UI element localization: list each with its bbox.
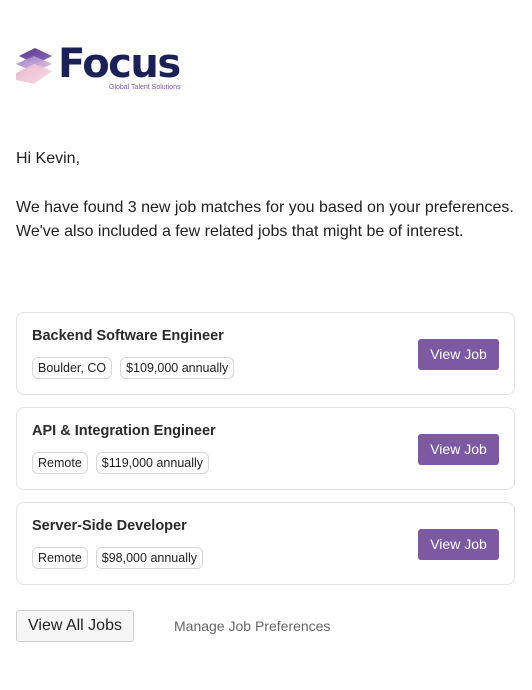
brand-wordmark: Focus	[58, 41, 181, 87]
job-card: API & Integration Engineer Remote $119,0…	[16, 407, 515, 490]
job-card: Server-Side Developer Remote $98,000 ann…	[16, 502, 515, 585]
salary-badge: $109,000 annually	[120, 357, 235, 379]
greeting-text: Hi Kevin,	[16, 150, 81, 167]
salary-badge: $119,000 annually	[95, 452, 210, 474]
view-job-button[interactable]: View Job	[418, 434, 499, 465]
intro-paragraph: We have found 3 new job matches for you …	[16, 199, 514, 240]
job-tags: Remote $98,000 annually	[32, 547, 204, 569]
brand-logo: Focus Global Talent Solutions	[16, 41, 196, 96]
salary-badge: $98,000 annually	[95, 547, 204, 569]
view-all-jobs-button[interactable]: View All Jobs	[16, 610, 134, 642]
brand-tagline: Global Talent Solutions	[109, 84, 181, 91]
job-tags: Remote $119,000 annually	[32, 452, 210, 474]
job-list: Backend Software Engineer Boulder, CO $1…	[16, 312, 515, 597]
job-tags: Boulder, CO $109,000 annually	[32, 357, 235, 379]
manage-job-preferences-link[interactable]: Manage Job Preferences	[174, 618, 330, 634]
layered-cube-logo-icon	[16, 48, 52, 84]
location-badge: Boulder, CO	[32, 357, 113, 379]
email-page: Focus Global Talent Solutions Hi Kevin, …	[0, 0, 532, 690]
job-title: Backend Software Engineer	[32, 328, 224, 344]
view-job-button[interactable]: View Job	[418, 529, 499, 560]
location-badge: Remote	[32, 452, 88, 474]
view-job-button[interactable]: View Job	[418, 339, 499, 370]
job-card: Backend Software Engineer Boulder, CO $1…	[16, 312, 515, 395]
job-title: API & Integration Engineer	[32, 423, 216, 439]
job-title: Server-Side Developer	[32, 518, 187, 534]
location-badge: Remote	[32, 547, 88, 569]
